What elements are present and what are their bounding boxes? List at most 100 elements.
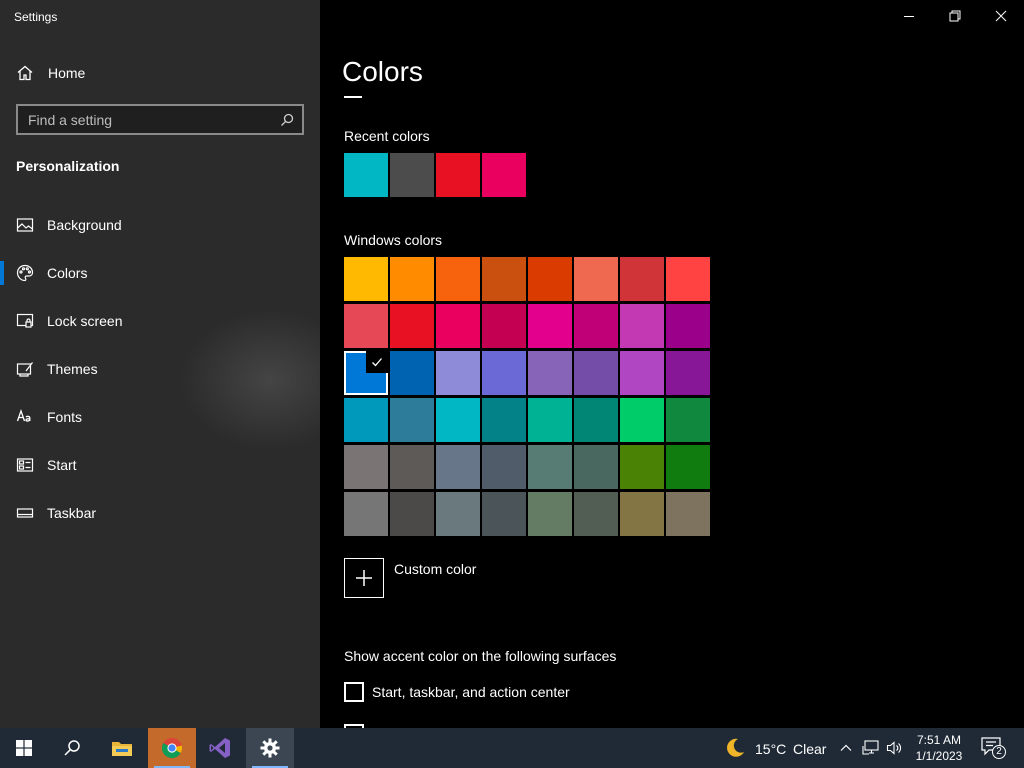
recent-color-swatch[interactable] (436, 153, 480, 197)
sidebar-item-label: Colors (47, 265, 88, 281)
picture-icon (16, 218, 34, 232)
visual-studio-button[interactable] (196, 728, 244, 768)
windows-color-swatch[interactable] (390, 445, 434, 489)
themes-icon (16, 362, 33, 377)
windows-color-swatch[interactable] (528, 351, 572, 395)
sidebar-item-label: Lock screen (47, 313, 123, 329)
windows-color-swatch[interactable] (482, 257, 526, 301)
section-title: Personalization (16, 158, 120, 174)
windows-color-swatch[interactable] (344, 492, 388, 536)
windows-color-swatch[interactable] (666, 445, 710, 489)
windows-color-swatch[interactable] (390, 304, 434, 348)
sidebar-item-label: Themes (47, 361, 98, 377)
search-button[interactable] (48, 728, 96, 768)
windows-color-swatch[interactable] (528, 257, 572, 301)
weather-temp[interactable]: 15°C (755, 741, 786, 757)
windows-color-swatch[interactable] (574, 351, 618, 395)
network-icon[interactable] (862, 740, 880, 756)
windows-colors-label: Windows colors (344, 232, 443, 248)
chevron-up-icon[interactable] (840, 742, 852, 754)
home-label: Home (48, 65, 86, 81)
windows-color-swatch[interactable] (620, 492, 664, 536)
windows-color-swatch[interactable] (574, 304, 618, 348)
search-icon[interactable] (280, 113, 294, 127)
windows-color-swatch[interactable] (344, 351, 388, 395)
windows-color-swatch[interactable] (574, 257, 618, 301)
sidebar-item-themes[interactable]: Themes (0, 344, 320, 392)
windows-color-swatch[interactable] (620, 257, 664, 301)
windows-color-swatch[interactable] (482, 304, 526, 348)
recent-colors-label: Recent colors (344, 128, 430, 144)
sidebar-item-start[interactable]: Start (0, 440, 320, 488)
action-center-button[interactable]: 2 (980, 736, 1006, 760)
recent-color-swatch[interactable] (482, 153, 526, 197)
windows-color-swatch[interactable] (666, 257, 710, 301)
windows-color-swatch[interactable] (344, 398, 388, 442)
windows-color-swatch[interactable] (620, 351, 664, 395)
windows-color-swatch[interactable] (482, 351, 526, 395)
windows-color-swatch[interactable] (436, 398, 480, 442)
plus-icon (356, 570, 372, 586)
recent-color-swatch[interactable] (344, 153, 388, 197)
windows-color-swatch[interactable] (574, 398, 618, 442)
minimize-button[interactable] (886, 0, 932, 32)
search-box[interactable] (16, 104, 304, 135)
windows-color-swatch[interactable] (574, 445, 618, 489)
windows-color-swatch[interactable] (436, 492, 480, 536)
taskbar-icon (16, 508, 34, 518)
start-button[interactable] (0, 728, 48, 768)
windows-color-swatch[interactable] (620, 445, 664, 489)
fonts-icon (16, 409, 31, 422)
windows-color-swatch[interactable] (390, 398, 434, 442)
sidebar-item-colors[interactable]: Colors (0, 248, 320, 296)
windows-color-swatch[interactable] (620, 304, 664, 348)
windows-color-swatch[interactable] (666, 304, 710, 348)
windows-color-swatch[interactable] (344, 304, 388, 348)
windows-color-swatch[interactable] (666, 398, 710, 442)
windows-color-swatch[interactable] (620, 398, 664, 442)
windows-color-swatch[interactable] (344, 445, 388, 489)
windows-color-swatch[interactable] (574, 492, 618, 536)
windows-color-swatch[interactable] (436, 257, 480, 301)
windows-color-swatch[interactable] (528, 445, 572, 489)
windows-color-swatch[interactable] (436, 351, 480, 395)
settings-button[interactable] (246, 728, 294, 768)
checkmark-icon (366, 351, 388, 373)
home-nav-item[interactable]: Home (0, 58, 320, 88)
windows-color-swatch[interactable] (528, 304, 572, 348)
speaker-icon[interactable] (886, 740, 902, 756)
windows-color-swatch[interactable] (390, 257, 434, 301)
clock-time: 7:51 AM (916, 733, 962, 747)
settings-icon (260, 738, 280, 758)
weather-condition[interactable]: Clear (793, 741, 826, 757)
windows-color-swatch[interactable] (482, 398, 526, 442)
clock-date: 1/1/2023 (915, 749, 963, 763)
clock[interactable]: 7:51 AM 1/1/2023 (904, 732, 974, 764)
sidebar-item-label: Fonts (47, 409, 83, 425)
windows-color-swatch[interactable] (666, 492, 710, 536)
custom-color-button[interactable] (344, 558, 384, 598)
windows-color-swatch[interactable] (390, 351, 434, 395)
windows-color-swatch[interactable] (482, 445, 526, 489)
sidebar-item-fonts[interactable]: Fonts (0, 392, 320, 440)
restore-button[interactable] (932, 0, 978, 32)
sidebar-item-taskbar[interactable]: Taskbar (0, 488, 320, 536)
recent-color-swatch[interactable] (390, 153, 434, 197)
windows-color-swatch[interactable] (436, 304, 480, 348)
close-button[interactable] (978, 0, 1024, 32)
windows-color-swatch[interactable] (482, 492, 526, 536)
search-input[interactable] (18, 106, 268, 133)
windows-color-swatch[interactable] (666, 351, 710, 395)
accent-surfaces-label: Show accent color on the following surfa… (344, 648, 617, 664)
moon-icon[interactable] (724, 737, 746, 759)
windows-color-swatch[interactable] (344, 257, 388, 301)
sidebar-item-background[interactable]: Background (0, 200, 320, 248)
sidebar-item-lock-screen[interactable]: Lock screen (0, 296, 320, 344)
start-taskbar-checkbox[interactable] (344, 682, 364, 702)
windows-color-swatch[interactable] (436, 445, 480, 489)
windows-color-swatch[interactable] (528, 492, 572, 536)
windows-color-swatch[interactable] (528, 398, 572, 442)
chrome-button[interactable] (148, 728, 196, 768)
windows-color-swatch[interactable] (390, 492, 434, 536)
file-explorer-button[interactable] (98, 728, 146, 768)
